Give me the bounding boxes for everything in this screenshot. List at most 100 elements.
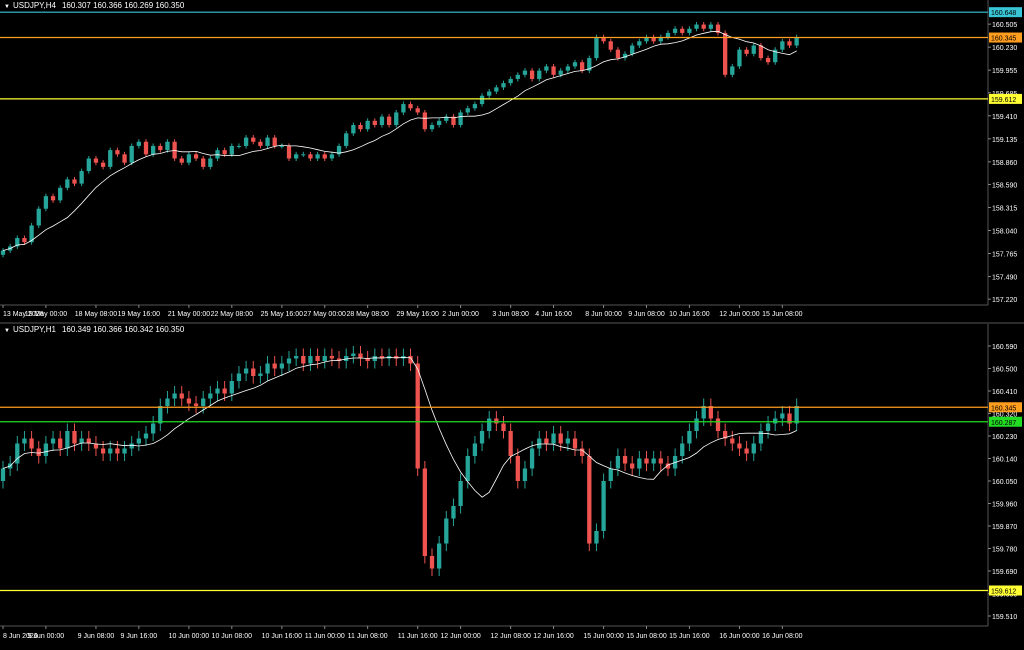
x-tick-label: 29 May 16:00 <box>396 311 439 318</box>
candle-body <box>0 250 6 255</box>
y-tick-label: 158.860 <box>992 160 1017 167</box>
candle-body <box>108 150 113 167</box>
candle-body <box>487 418 492 431</box>
candle-body <box>86 158 91 172</box>
x-tick-label: 8 Jun 00:00 <box>585 311 622 318</box>
x-tick-label: 28 May 08:00 <box>346 311 389 318</box>
candle-body <box>136 141 141 146</box>
candle-body <box>143 141 149 155</box>
candle-body <box>193 403 199 406</box>
candle-body <box>401 104 406 113</box>
candle-body <box>422 112 427 130</box>
candle-body <box>186 398 192 404</box>
candle-body <box>479 95 485 105</box>
candle-body <box>143 433 149 439</box>
x-tick-label: 11 Jun 16:00 <box>398 633 438 640</box>
candle-body <box>551 433 556 444</box>
candle-body <box>694 418 699 431</box>
candle-body <box>558 433 563 444</box>
candle-body <box>687 431 692 444</box>
x-tick-label: 16 Jun 00:00 <box>719 633 760 640</box>
candle-body <box>508 431 513 456</box>
y-tick-label: 159.960 <box>992 502 1017 509</box>
candle-body <box>637 458 642 469</box>
ohlc-label-h1: 160.349 160.366 160.342 160.350 <box>61 325 185 334</box>
chart-header-h4: ▼ USDJPY,H4 160.307 160.366 160.269 160.35… <box>4 1 184 10</box>
chart-panel-h4[interactable]: 160.505160.230159.955159.685159.410159.1… <box>0 0 1024 322</box>
collapse-triangle-icon[interactable]: ▼ <box>4 328 10 334</box>
candle-body <box>515 456 520 481</box>
price-level-label: 160.345 <box>991 405 1016 412</box>
symbol-label-h1: USDJPY,H1 <box>12 325 56 334</box>
candle-body <box>594 531 599 544</box>
candle-body <box>429 556 435 569</box>
x-tick-label: 9 Jun 16:00 <box>121 633 158 640</box>
x-tick-label: 19 May 16:00 <box>118 311 161 318</box>
x-tick-label: 21 May 00:00 <box>168 311 211 318</box>
collapse-triangle-icon[interactable]: ▼ <box>4 4 10 10</box>
candle-body <box>179 393 184 399</box>
x-tick-label: 12 Jun 08:00 <box>490 633 531 640</box>
candle-body <box>372 120 377 126</box>
y-tick-label: 160.230 <box>992 45 1017 52</box>
candle-body <box>379 116 385 126</box>
candle-body <box>615 456 621 469</box>
candle-body <box>744 448 749 454</box>
candle-body <box>558 70 563 75</box>
candle-body <box>286 358 292 364</box>
y-tick-label: 158.315 <box>992 205 1017 212</box>
candle-body <box>394 112 399 126</box>
x-tick-label: 12 Jun 00:00 <box>440 633 481 640</box>
candle-body <box>787 41 792 46</box>
candle-body <box>329 154 335 159</box>
candle-body <box>301 356 306 364</box>
candle-body <box>93 158 99 163</box>
candle-body <box>229 145 234 155</box>
candle-body <box>308 154 313 159</box>
candle-body <box>780 41 785 50</box>
y-tick-label: 157.765 <box>992 252 1017 259</box>
candle-body <box>730 438 735 444</box>
candle-body <box>172 393 177 399</box>
y-tick-label: 159.510 <box>992 614 1017 621</box>
candle-body <box>65 179 70 188</box>
candle-body <box>458 112 463 126</box>
candle-body <box>158 406 163 424</box>
candle-body <box>265 363 270 374</box>
symbol-label-h4: USDJPY,H4 <box>12 1 56 10</box>
candle-body <box>0 468 6 481</box>
candle-body <box>794 37 799 46</box>
candle-body <box>537 70 542 79</box>
candle-body <box>151 145 156 155</box>
candle-body <box>65 431 70 449</box>
candle-body <box>651 458 656 464</box>
candle-body <box>408 104 413 109</box>
candle-body <box>36 208 41 226</box>
x-tick-label: 15 Jun 08:00 <box>626 633 667 640</box>
candle-body <box>301 154 306 156</box>
candle-body <box>637 41 642 46</box>
x-tick-label: 12 Jun 16:00 <box>533 633 574 640</box>
candle-body <box>322 356 327 361</box>
candle-body <box>701 24 706 29</box>
candle-body <box>630 463 635 469</box>
candle-body <box>58 187 63 201</box>
price-level-label: 160.648 <box>991 10 1016 17</box>
candle-body <box>472 443 478 456</box>
y-tick-label: 159.135 <box>992 137 1017 144</box>
candle-body <box>580 62 585 71</box>
candle-body <box>465 108 470 113</box>
candle-body <box>501 83 506 88</box>
candle-body <box>737 443 742 449</box>
y-tick-label: 160.140 <box>992 457 1017 464</box>
candle-body <box>680 443 685 456</box>
chart-canvas-h1[interactable]: 160.590160.500160.410160.320160.230160.1… <box>0 324 1024 650</box>
candle-body <box>122 448 127 454</box>
candle-body <box>236 373 242 381</box>
candle-body <box>43 443 49 456</box>
candle-body <box>108 448 113 454</box>
candle-body <box>744 49 749 54</box>
chart-panel-h1[interactable]: 160.590 160.500 160.410 160.320 160.230 160.1… <box>0 324 1024 650</box>
chart-canvas-h4[interactable]: 160.505160.230159.955159.685159.410159.1… <box>0 0 1024 322</box>
candle-body <box>129 145 134 163</box>
